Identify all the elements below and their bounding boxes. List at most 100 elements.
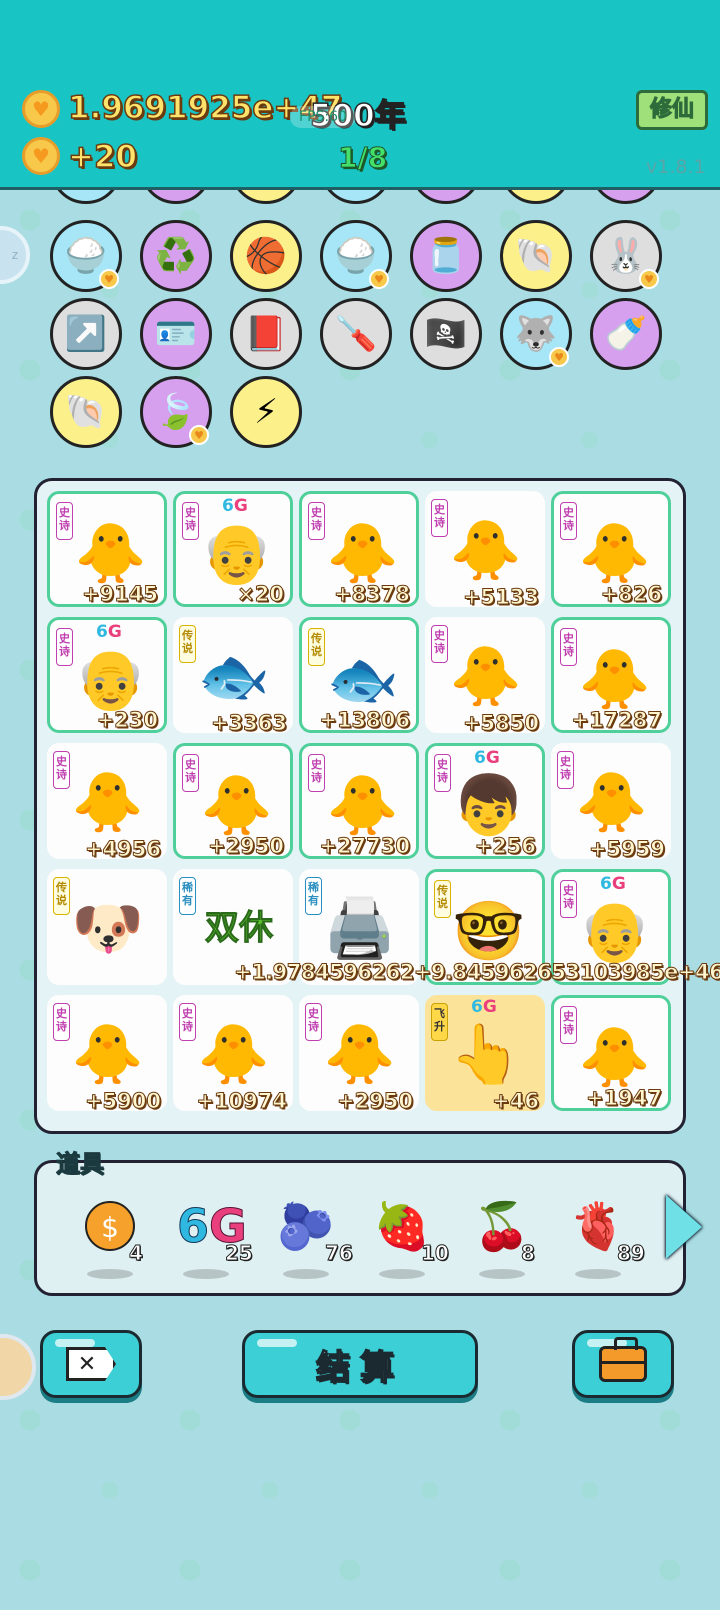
board-card[interactable]: 史诗 🐥 +27730 xyxy=(299,743,419,859)
board-card[interactable]: 传说 🐟 +3363 xyxy=(173,617,293,736)
board-card[interactable]: 史诗 🐥 +5850 xyxy=(425,617,545,736)
peek-item-circle[interactable] xyxy=(410,190,482,204)
heart-badge-icon: ♥ xyxy=(189,425,209,445)
time-magazine-item[interactable]: 📕 xyxy=(230,298,302,370)
seashell-icon: 🐚 xyxy=(64,392,108,432)
peek-item-circle[interactable] xyxy=(230,190,302,204)
card-value: +10974 xyxy=(196,1089,288,1114)
board-card[interactable]: 史诗 🐥 +9145 xyxy=(47,491,167,607)
card-value: +256 xyxy=(474,834,536,859)
card-character-icon: 🐥 xyxy=(71,1020,145,1088)
rice-bowl-icon: 🍚 xyxy=(64,236,108,276)
prop-shadow xyxy=(379,1269,425,1279)
rarity-tag: 史诗 xyxy=(179,1003,196,1041)
peek-item-circle[interactable] xyxy=(590,190,662,204)
board-card[interactable]: 史诗 🐥 +5133 xyxy=(425,491,545,610)
board-card[interactable]: 史诗 🐥 +2950 xyxy=(173,743,293,859)
board-card[interactable]: 史诗 🐥 +5900 xyxy=(47,995,167,1114)
card-character-icon: 🐟 xyxy=(326,645,400,713)
breast-pump-item[interactable]: 🍼 xyxy=(590,298,662,370)
card-character-icon: 🐥 xyxy=(197,1020,271,1088)
settle-button[interactable]: 结算 xyxy=(242,1330,478,1398)
eyepatch-coin-icon: 🏴‍☠️ xyxy=(424,314,468,354)
bayberry-prop[interactable]: 🍒 8 xyxy=(469,1197,535,1279)
rarity-tag: 飞升 xyxy=(431,1003,448,1041)
screwdriver-item[interactable]: 🪛 xyxy=(320,298,392,370)
card-value: +5959 xyxy=(588,837,665,862)
card-value: +5900 xyxy=(84,1089,161,1114)
game-board: 史诗 🐥 +9145 史诗 6G 👴 ×20 史诗 🐥 +8378 史诗 🐥 +5133 史诗 🐥 +826 史… xyxy=(34,478,686,1134)
arrow-card-item[interactable]: ↗️ xyxy=(50,298,122,370)
card-character-icon: 🤓 xyxy=(452,897,526,965)
g6-badge: 6G xyxy=(474,748,500,768)
income-amount: +20 xyxy=(67,138,138,176)
6g-prop[interactable]: 6G 25 xyxy=(173,1197,253,1279)
rabbit-item[interactable]: 🐰 ♥ xyxy=(590,220,662,292)
prop-shadow xyxy=(183,1269,229,1279)
lightning-item[interactable]: ⚡ xyxy=(230,376,302,448)
props-next-arrow[interactable] xyxy=(666,1195,702,1259)
board-card[interactable]: 史诗 🐥 +4956 xyxy=(47,743,167,862)
card-value: +826 xyxy=(600,582,662,607)
recycle-item[interactable]: ♻️ xyxy=(140,220,212,292)
board-card[interactable]: 传说 🐟 +13806 xyxy=(299,617,419,733)
eyepatch-coin-item[interactable]: 🏴‍☠️ xyxy=(410,298,482,370)
card-character-icon: 双休 xyxy=(205,908,274,948)
peek-item-circle[interactable] xyxy=(50,190,122,204)
g6-badge: 6G xyxy=(96,622,122,642)
settle-label: 结算 xyxy=(315,1347,404,1389)
g6-badge: 6G xyxy=(600,874,626,894)
prop-count: 10 xyxy=(421,1241,450,1266)
board-card[interactable]: 史诗 🐥 +826 xyxy=(551,491,671,607)
prop-shadow xyxy=(479,1269,525,1279)
rarity-tag: 史诗 xyxy=(557,751,574,789)
card-value: +27730 xyxy=(319,834,411,859)
board-card[interactable]: 史诗 🐥 +5959 xyxy=(551,743,671,862)
heart-badge-icon: ♥ xyxy=(639,269,659,289)
board-card[interactable]: 史诗 🐥 +2950 xyxy=(299,995,419,1114)
board-card[interactable]: 史诗 6G 👴 +230 xyxy=(47,617,167,733)
inventory-button[interactable] xyxy=(572,1330,674,1398)
board-card[interactable]: 史诗 🐥 +17287 xyxy=(551,617,671,733)
husky-dog-item[interactable]: 🐺 ♥ xyxy=(500,298,572,370)
rarity-tag: 史诗 xyxy=(53,751,70,789)
seashell-icon: 🐚 xyxy=(514,236,558,276)
rarity-tag: 史诗 xyxy=(182,502,199,540)
card-value: +5850 xyxy=(462,711,539,736)
peek-item-circle[interactable] xyxy=(320,190,392,204)
rarity-tag: 传说 xyxy=(308,628,325,666)
seashell-item[interactable]: 🐚 xyxy=(50,376,122,448)
blueberry-prop[interactable]: 🫐 76 xyxy=(273,1197,353,1279)
jar-item[interactable]: 🫙 xyxy=(410,220,482,292)
peek-item-circle[interactable] xyxy=(140,190,212,204)
xiuxian-mode-button[interactable]: 修仙 xyxy=(636,90,708,130)
card-character-icon: 🐟 xyxy=(197,642,271,710)
rarity-tag: 史诗 xyxy=(560,502,577,540)
card-character-icon: 👴 xyxy=(200,519,274,587)
rarity-tag: 史诗 xyxy=(431,625,448,663)
rabbit-icon: 🐰 xyxy=(604,236,648,276)
seashell-item[interactable]: 🐚 xyxy=(500,220,572,292)
peek-item-circle[interactable] xyxy=(500,190,572,204)
basketballs-item[interactable]: 🏀 xyxy=(230,220,302,292)
board-card[interactable]: 史诗 6G 👴 ×20 xyxy=(173,491,293,607)
dollar-coin-prop[interactable]: $4 xyxy=(77,1197,143,1279)
leaf-item[interactable]: 🍃 ♥ xyxy=(140,376,212,448)
board-card[interactable]: 飞升 6G 👆 +46 xyxy=(425,995,545,1114)
card-character-icon: 👴 xyxy=(578,897,652,965)
discard-button[interactable]: ✕ xyxy=(40,1330,142,1398)
board-card[interactable]: 史诗 🐥 +10974 xyxy=(173,995,293,1114)
liver-prop[interactable]: 🫀 89 xyxy=(565,1197,645,1279)
close-icon: ✕ xyxy=(66,1347,116,1381)
strawberry-prop[interactable]: 🍓 10 xyxy=(369,1197,449,1279)
board-card[interactable]: 史诗 6G 👦 +256 xyxy=(425,743,545,859)
coin-icon: ♥ xyxy=(22,90,60,128)
board-card[interactable]: 传说 🐶 xyxy=(47,869,167,985)
board-card[interactable]: 史诗 🐥 +8378 xyxy=(299,491,419,607)
card-character-icon: 🐥 xyxy=(326,519,400,587)
rarity-tag: 史诗 xyxy=(560,880,577,918)
i-see-u-card-item[interactable]: 🪪 xyxy=(140,298,212,370)
rice-bowl-item[interactable]: 🍚 ♥ xyxy=(320,220,392,292)
rice-bowl-item[interactable]: 🍚 ♥ xyxy=(50,220,122,292)
board-card[interactable]: 史诗 🐥 +1947 xyxy=(551,995,671,1111)
